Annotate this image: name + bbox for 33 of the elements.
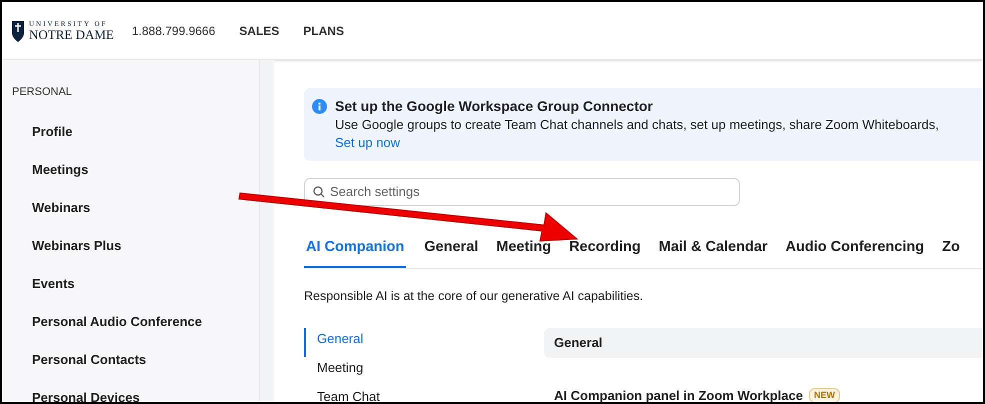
settings-tab[interactable]: General (424, 230, 478, 268)
settings-tab[interactable]: Mail & Calendar (658, 230, 768, 268)
search-input[interactable]: Search settings (330, 182, 731, 202)
settings-tab[interactable]: AI Companion (304, 230, 406, 268)
logo-title: NOTRE DAME (29, 28, 114, 40)
sidebar-item[interactable]: Webinars Plus (2, 234, 259, 272)
settings-tab[interactable]: Recording (569, 230, 641, 268)
info-icon (312, 99, 327, 114)
section-header: General (544, 328, 983, 358)
shield-icon (11, 18, 25, 42)
settings-tab[interactable]: Zo (942, 230, 960, 268)
nav-link[interactable]: PLANS (303, 22, 344, 40)
sidebar-item[interactable]: Personal Devices (2, 386, 259, 402)
search-icon (313, 186, 325, 198)
settings-tab[interactable]: Audio Conferencing (786, 230, 924, 268)
sidebar-item[interactable]: Personal Audio Conference (2, 310, 259, 348)
sidebar-item[interactable]: Profile (2, 120, 259, 158)
sidebar-heading: PERSONAL (11, 85, 73, 100)
setup-link[interactable]: Set up now (335, 134, 939, 152)
banner-text: Use Google groups to create Team Chat channels and chats, set up meetings, share Zoom Whiteboards, (335, 116, 939, 134)
nav-link[interactable]: SALES (239, 22, 280, 40)
sidebar-item[interactable]: Webinars (2, 196, 259, 234)
new-badge: NEW (808, 388, 840, 402)
phone-number: 1.888.799.9666 (132, 22, 216, 40)
subnav-item[interactable]: Meeting (304, 356, 544, 386)
banner-title: Set up the Google Workspace Group Connector (335, 97, 654, 115)
search-field[interactable]: Search settings (304, 178, 740, 206)
sidebar-item[interactable]: Events (2, 272, 259, 310)
sidebar-item[interactable]: Personal Contacts (2, 348, 259, 386)
subnav-item[interactable]: Team Chat (304, 386, 544, 402)
settings-tab[interactable]: Meeting (496, 230, 552, 268)
intro-text: Responsible AI is at the core of our generative AI capabilities. (304, 288, 644, 305)
sidebar-item[interactable]: Meetings (2, 158, 259, 196)
